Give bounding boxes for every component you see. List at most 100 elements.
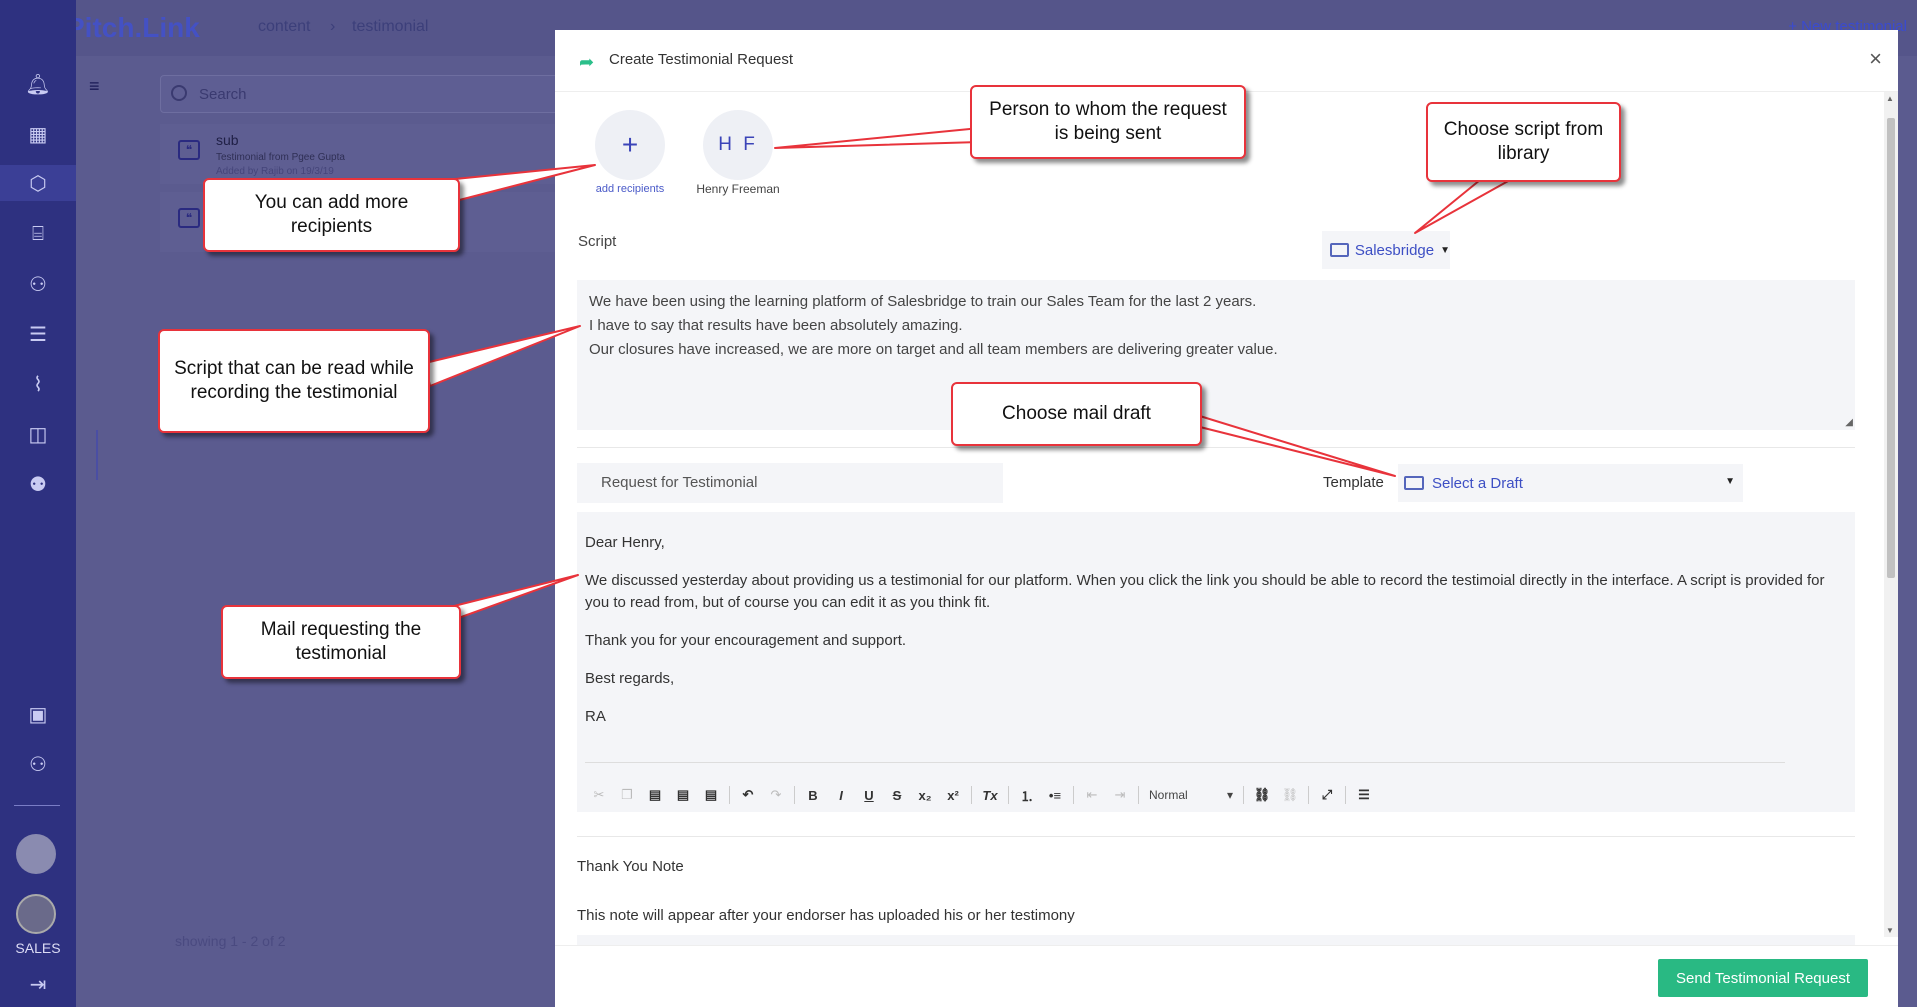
- presentation-icon[interactable]: ⌸: [20, 216, 56, 252]
- underline-icon[interactable]: U: [855, 788, 883, 803]
- close-button[interactable]: ×: [1869, 46, 1882, 72]
- source-icon[interactable]: ☰: [1350, 787, 1378, 803]
- superscript-icon[interactable]: x²: [939, 788, 967, 803]
- search-placeholder: Search: [199, 86, 247, 103]
- undo-icon[interactable]: ↶: [734, 787, 762, 803]
- subject-input[interactable]: Request for Testimonial: [577, 463, 1003, 503]
- script-library-dropdown[interactable]: Salesbridge ▼: [1322, 231, 1450, 269]
- strikethrough-icon[interactable]: S: [883, 788, 911, 803]
- pagination-info: showing 1 - 2 of 2: [175, 933, 286, 949]
- user-network-icon[interactable]: ⚇: [20, 266, 56, 302]
- cut-icon[interactable]: ✂: [585, 787, 613, 803]
- paste-text-icon[interactable]: ▤: [669, 787, 697, 803]
- breadcrumb-content[interactable]: content: [258, 18, 310, 36]
- bell-icon[interactable]: 🔔︎: [20, 66, 56, 102]
- thank-you-label: Thank You Note: [577, 858, 684, 875]
- mail-signature: RA: [585, 708, 606, 725]
- team-icon[interactable]: ⚉: [20, 466, 56, 502]
- chevron-down-icon: ▾: [1226, 788, 1233, 802]
- chart-icon[interactable]: ⌇: [20, 366, 56, 402]
- script-textarea[interactable]: We have been using the learning platform…: [577, 280, 1855, 430]
- book-icon[interactable]: ◫: [20, 416, 56, 452]
- numbered-list-icon[interactable]: ⒈: [1013, 786, 1041, 805]
- user-avatar[interactable]: [16, 894, 56, 934]
- bulleted-list-icon[interactable]: •≡: [1041, 788, 1069, 803]
- logo-text: Pitch.Link: [66, 12, 200, 43]
- sidebar-divider: [14, 805, 60, 806]
- company-avatar[interactable]: [16, 834, 56, 874]
- paste-icon[interactable]: ▤: [641, 787, 669, 803]
- callout-person: Person to whom the request is being sent: [970, 85, 1246, 159]
- script-line: We have been using the learning platform…: [589, 293, 1257, 310]
- copy-icon[interactable]: ❐: [613, 787, 641, 803]
- paste-word-icon[interactable]: ▤: [697, 787, 725, 803]
- mail-body: We discussed yesterday about providing u…: [585, 572, 1825, 611]
- resize-handle-icon[interactable]: ◢: [1845, 417, 1853, 428]
- script-library-value: Salesbridge: [1354, 241, 1435, 259]
- thank-you-description: This note will appear after your endorse…: [577, 907, 1075, 924]
- user-add-icon[interactable]: ⚇: [20, 746, 56, 782]
- modal-scrollbar[interactable]: ▲ ▼: [1884, 92, 1898, 937]
- send-testimonial-request-button[interactable]: Send Testimonial Request: [1658, 959, 1868, 997]
- unlink-icon[interactable]: ⛓: [1276, 787, 1304, 803]
- calendar-add-icon[interactable]: ▣: [20, 696, 56, 732]
- chevron-down-icon: ▼: [1725, 476, 1735, 487]
- list-item-meta: Added by Rajib on 19/3/19: [216, 166, 334, 177]
- mail-closing: Best regards,: [585, 670, 675, 687]
- breadcrumb-testimonial[interactable]: testimonial: [352, 18, 428, 36]
- subscript-icon[interactable]: x₂: [911, 788, 939, 803]
- search-icon: [171, 85, 187, 101]
- folder-icon: [1330, 243, 1349, 257]
- section-divider: [577, 836, 1855, 837]
- modal-footer: Send Testimonial Request: [555, 945, 1898, 1007]
- clear-format-icon[interactable]: Tx: [976, 788, 1004, 803]
- list-item[interactable]: ❝ sub Testimonial from Pgee Gupta Added …: [160, 124, 560, 184]
- mail-editor[interactable]: Dear Henry, We discussed yesterday about…: [577, 512, 1855, 812]
- dashboard-icon[interactable]: ▦: [20, 116, 56, 152]
- menu-toggle-icon[interactable]: ≡: [89, 76, 100, 97]
- quote-icon: ❝: [178, 140, 200, 160]
- quote-icon: ❝: [178, 208, 200, 228]
- chat-icon[interactable]: ☰: [20, 316, 56, 352]
- link-icon[interactable]: ⛓: [1248, 787, 1276, 803]
- cube-icon[interactable]: ⬡: [0, 165, 76, 201]
- sales-label: SALES: [15, 940, 61, 956]
- folder-icon: [1404, 476, 1424, 490]
- modal-header: ➦ Create Testimonial Request ×: [555, 30, 1898, 92]
- template-label: Template: [1323, 474, 1384, 491]
- scroll-thumb[interactable]: [1887, 118, 1895, 578]
- script-label: Script: [578, 233, 617, 250]
- outdent-icon[interactable]: ⇤: [1078, 787, 1106, 803]
- list-item-subtitle: Testimonial from Pgee Gupta: [216, 152, 345, 163]
- add-recipient-button[interactable]: +: [595, 110, 665, 180]
- chevron-down-icon: ▼: [1440, 244, 1450, 256]
- template-select-value: Select a Draft: [1432, 474, 1523, 492]
- scroll-up-icon[interactable]: ▲: [1886, 94, 1894, 103]
- redo-icon[interactable]: ↷: [762, 787, 790, 803]
- editor-divider: [585, 762, 1785, 763]
- sidebar: 🔔︎ ▦ ⬡ ⌸ ⚇ ☰ ⌇ ◫ ⚉ ▣ ⚇ SALES ⇥: [0, 0, 76, 1007]
- maximize-icon[interactable]: ⤢: [1313, 787, 1341, 803]
- callout-mail: Mail requesting the testimonial: [221, 605, 461, 679]
- recipient-avatar[interactable]: H F: [703, 110, 773, 180]
- list-item-title: sub: [216, 132, 239, 148]
- search-input[interactable]: Search: [160, 75, 560, 113]
- modal-title: Create Testimonial Request: [609, 51, 793, 68]
- mail-thanks: Thank you for your encouragement and sup…: [585, 632, 907, 649]
- indent-icon[interactable]: ⇥: [1106, 787, 1134, 803]
- callout-add-recipients: You can add more recipients: [203, 178, 460, 252]
- create-testimonial-modal: ➦ Create Testimonial Request × + add rec…: [555, 30, 1898, 1007]
- callout-script: Script that can be read while recording …: [158, 329, 430, 433]
- mail-greeting: Dear Henry,: [585, 534, 665, 551]
- format-select-value: Normal: [1149, 788, 1188, 802]
- callout-mail-draft: Choose mail draft: [951, 382, 1202, 446]
- format-select[interactable]: Normal ▾: [1143, 788, 1239, 802]
- logout-icon[interactable]: ⇥: [20, 966, 56, 1002]
- italic-icon[interactable]: I: [827, 788, 855, 803]
- template-select[interactable]: Select a Draft ▼: [1398, 464, 1743, 502]
- scroll-down-icon[interactable]: ▼: [1886, 926, 1894, 935]
- callout-script-library: Choose script from library: [1426, 102, 1621, 182]
- bold-icon[interactable]: B: [799, 788, 827, 803]
- share-icon: ➦: [579, 52, 595, 72]
- add-recipients-label[interactable]: add recipients: [595, 180, 665, 198]
